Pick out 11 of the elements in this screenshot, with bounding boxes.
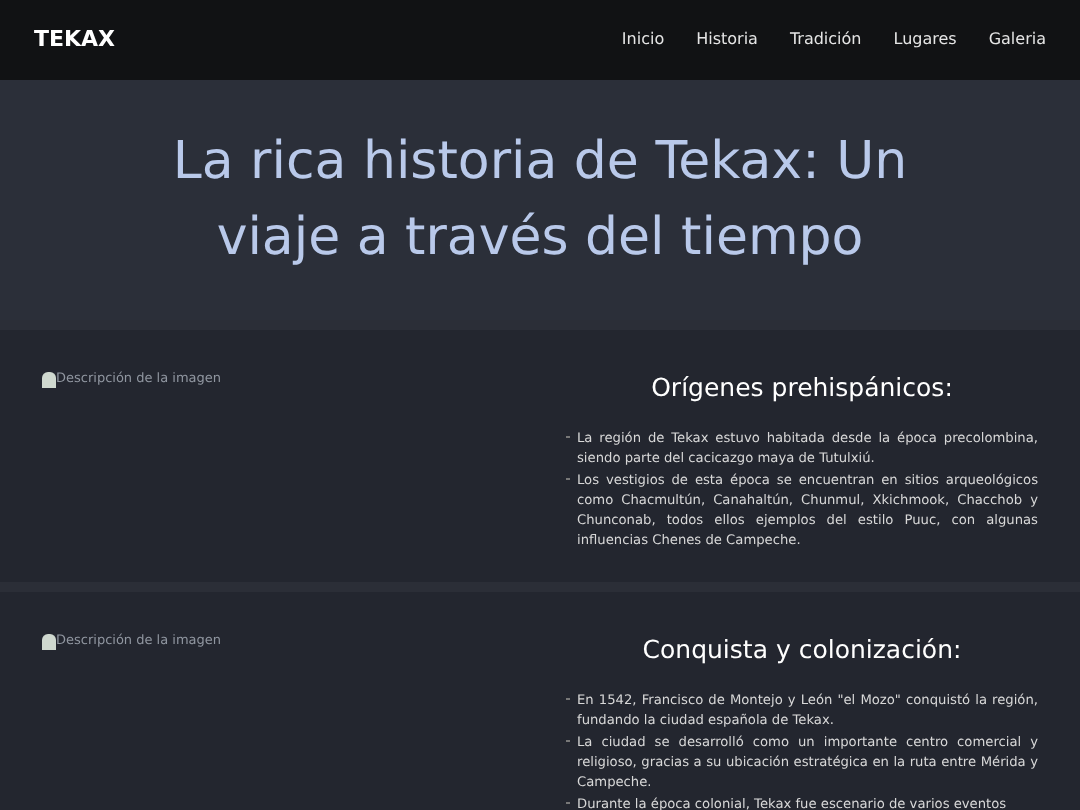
- broken-image-icon: [42, 633, 56, 650]
- nav-link[interactable]: Inicio: [621, 28, 665, 52]
- nav-link[interactable]: Lugares: [893, 28, 957, 52]
- nav-link[interactable]: Historia: [696, 28, 758, 52]
- nav-link[interactable]: Galeria: [988, 28, 1046, 52]
- broken-image-icon: [42, 372, 56, 388]
- hero-title: La rica historia de Tekax: Un viaje a través del tiempo: [170, 130, 910, 272]
- nav-link[interactable]: Tradición: [789, 28, 862, 52]
- section-heading: Orígenes prehispánicos:: [649, 370, 955, 406]
- brand-logo[interactable]: TEKAX: [34, 23, 116, 57]
- section-heading: Conquista y colonización:: [640, 631, 964, 668]
